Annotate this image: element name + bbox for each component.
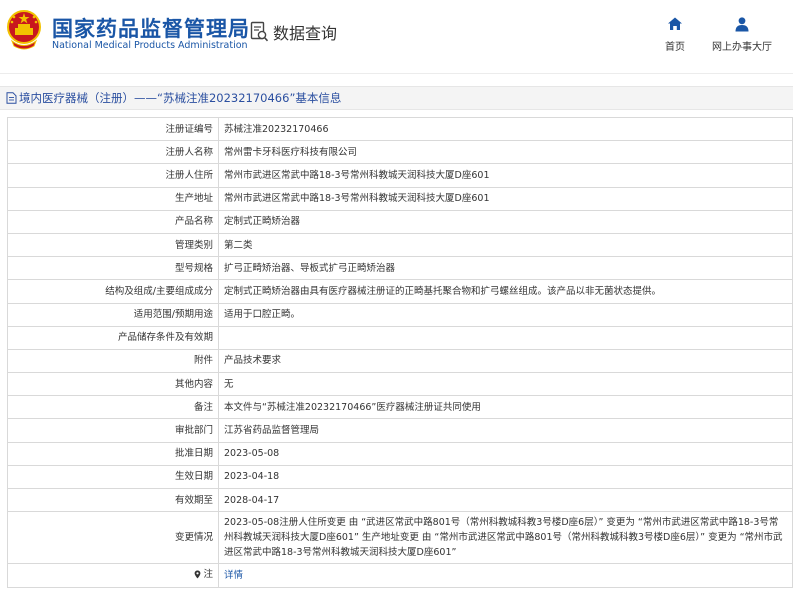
table-row: 变更情况 2023-05-08注册人住所变更 由 “武进区常武中路801号（常州科…	[7, 511, 793, 565]
table-row: 批准日期 2023-05-08	[7, 441, 793, 466]
org-name-en[interactable]: National Medical Products Administration	[52, 40, 248, 51]
table-row: 生产地址 常州市武进区常武中路18-3号常州科教城天润科技大厦D座601	[7, 186, 793, 211]
table-row: 型号规格 扩弓正畸矫治器、导板式扩弓正畸矫治器	[7, 256, 793, 281]
note-value-cell: 详情	[218, 563, 793, 589]
field-value: 苏械注准20232170466	[218, 116, 793, 142]
nav-home[interactable]: 首页	[660, 16, 690, 53]
field-label: 管理类别	[7, 232, 219, 258]
table-row: 适用范围/预期用途 适用于口腔正畸。	[7, 302, 793, 327]
details-link[interactable]: 详情	[224, 570, 243, 581]
field-label: 注册人住所	[7, 163, 219, 188]
field-value: 2023-04-18	[218, 464, 793, 490]
field-value	[218, 325, 793, 350]
field-value: 常州雷卡牙科医疗科技有限公司	[218, 140, 793, 165]
field-label: 附件	[7, 348, 219, 374]
field-label: 结构及组成/主要组成成分	[7, 279, 219, 304]
field-label: 注册证编号	[7, 116, 219, 142]
field-value: 产品技术要求	[218, 348, 793, 374]
field-value: 定制式正畸矫治器	[218, 209, 793, 234]
note-label-wrap: 注	[194, 567, 213, 582]
org-name-cn[interactable]: 国家药品监督管理局	[52, 13, 250, 43]
nav-home-label: 首页	[665, 42, 685, 53]
home-icon	[668, 17, 682, 30]
table-row: 备注 本文件与“苏械注准20232170466”医疗器械注册证共同使用	[7, 395, 793, 420]
field-value: 2028-04-17	[218, 487, 793, 513]
user-icon	[735, 17, 749, 32]
field-value: 本文件与“苏械注准20232170466”医疗器械注册证共同使用	[218, 395, 793, 420]
field-value: 无	[218, 372, 793, 397]
table-row: 注册人住所 常州市武进区常武中路18-3号常州科教城天润科技大厦D座601	[7, 163, 793, 188]
table-row: 审批部门 江苏省药品监督管理局	[7, 418, 793, 443]
table-row: 注册证编号 苏械注准20232170466	[7, 116, 793, 142]
field-label: 产品储存条件及有效期	[7, 325, 219, 350]
nav-online-service-hall-label: 网上办事大厅	[712, 42, 772, 53]
field-label: 审批部门	[7, 418, 219, 443]
field-value: 常州市武进区常武中路18-3号常州科教城天润科技大厦D座601	[218, 186, 793, 211]
registration-info-table: 注册证编号 苏械注准20232170466 注册人名称 常州雷卡牙科医疗科技有限公司…	[7, 116, 793, 589]
field-label: 变更情况	[7, 511, 219, 565]
field-value: 扩弓正畸矫治器、导板式扩弓正畸矫治器	[218, 256, 793, 281]
document-icon	[6, 92, 17, 104]
field-label: 有效期至	[7, 487, 219, 513]
table-row: 有效期至 2028-04-17	[7, 487, 793, 513]
field-value: 常州市武进区常武中路18-3号常州科教城天润科技大厦D座601	[218, 163, 793, 188]
field-label: 型号规格	[7, 256, 219, 281]
table-row: 结构及组成/主要组成成分 定制式正畸矫治器由具有医疗器械注册证的正畸基托聚合物和扩…	[7, 279, 793, 304]
field-value: 适用于口腔正畸。	[218, 302, 793, 327]
national-emblem-icon	[7, 10, 41, 50]
note-label: 注	[203, 569, 213, 581]
table-row: 生效日期 2023-04-18	[7, 464, 793, 490]
field-value: 2023-05-08	[218, 441, 793, 466]
field-label: 适用范围/预期用途	[7, 302, 219, 327]
header-divider	[0, 73, 793, 74]
field-label: 生效日期	[7, 464, 219, 490]
site-header: 国家药品监督管理局 National Medical Products Admi…	[0, 0, 793, 62]
field-label: 注册人名称	[7, 140, 219, 165]
record-title: 境内医疗器械（注册）——“苏械注准20232170466”基本信息	[19, 91, 342, 105]
field-label: 备注	[7, 395, 219, 420]
table-row: 产品名称 定制式正畸矫治器	[7, 209, 793, 234]
pin-icon	[195, 570, 201, 579]
field-label: 批准日期	[7, 441, 219, 466]
data-query-heading[interactable]: 数据查询	[250, 20, 337, 44]
table-row: 管理类别 第二类	[7, 232, 793, 258]
table-row: 附件 产品技术要求	[7, 348, 793, 374]
table-row: 产品储存条件及有效期	[7, 325, 793, 350]
search-document-icon	[250, 21, 269, 42]
query-label: 数据查询	[273, 24, 338, 43]
table-row: 注册人名称 常州雷卡牙科医疗科技有限公司	[7, 140, 793, 165]
table-row: 其他内容无	[7, 372, 793, 397]
field-label: 其他内容	[7, 372, 219, 397]
note-row: 注 详情	[7, 563, 793, 589]
field-label: 产品名称	[7, 209, 219, 234]
nav-online-service-hall[interactable]: 网上办事大厅	[710, 16, 774, 53]
record-title-bar: 境内医疗器械（注册）——“苏械注准20232170466”基本信息	[0, 86, 793, 110]
field-value: 第二类	[218, 232, 793, 258]
note-label-cell: 注	[7, 563, 219, 589]
field-value: 2023-05-08注册人住所变更 由 “武进区常武中路801号（常州科教城科教…	[218, 511, 793, 565]
field-value: 江苏省药品监督管理局	[218, 418, 793, 443]
field-value: 定制式正畸矫治器由具有医疗器械注册证的正畸基托聚合物和扩弓螺丝组成。该产品以非无…	[218, 279, 793, 304]
field-label: 生产地址	[7, 186, 219, 211]
